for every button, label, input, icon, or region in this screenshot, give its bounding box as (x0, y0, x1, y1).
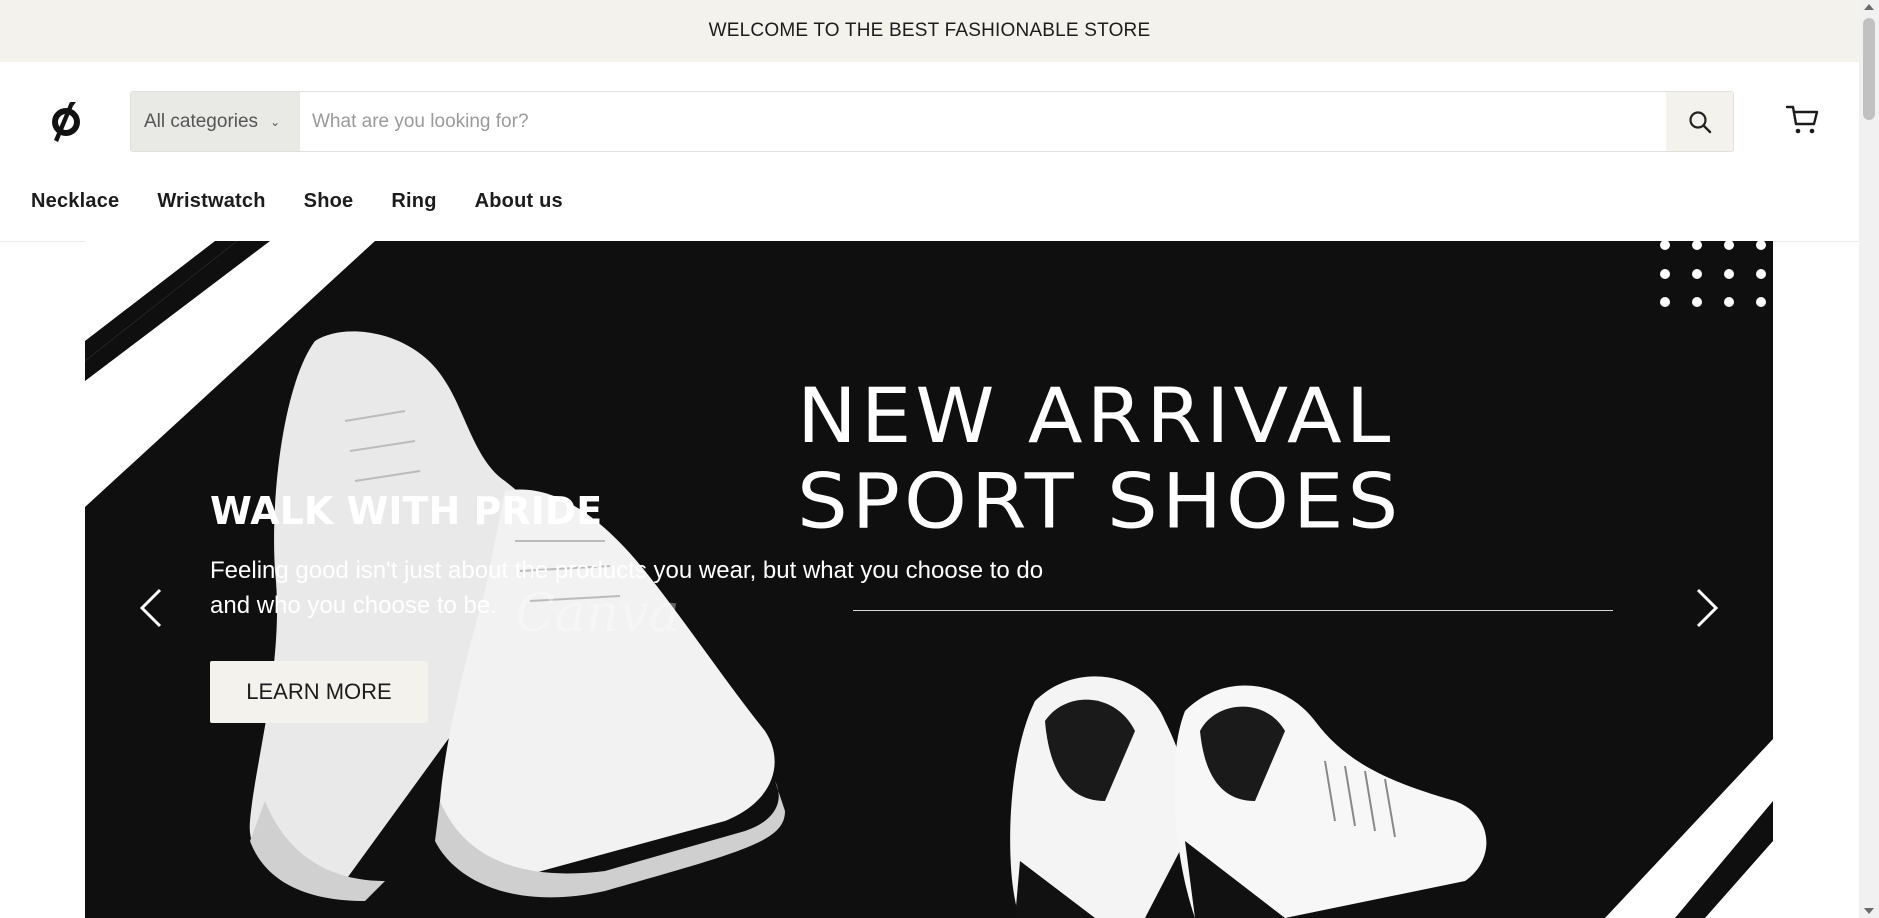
black-white-sneakers-image (1010, 676, 1487, 918)
page-scrollbar[interactable] (1859, 0, 1879, 918)
category-select[interactable]: All categories ⌄ (131, 92, 300, 151)
search-button[interactable] (1666, 92, 1733, 151)
hero-title-line2: SPORT SHOES (797, 457, 1403, 546)
hero-description-line1: Feeling good isn't just about the produc… (210, 557, 1044, 584)
learn-more-button[interactable]: LEARN MORE (210, 661, 428, 723)
slideshow-prev-button[interactable] (136, 586, 166, 630)
hero-slideshow: Canva NEW ARRIVAL SPORT SHOES WALK WITH … (85, 241, 1773, 918)
search-icon (1688, 110, 1711, 133)
hero-title-line1: NEW ARRIVAL (797, 371, 1395, 460)
search-bar: All categories ⌄ (130, 91, 1734, 152)
scrollbar-thumb[interactable] (1863, 18, 1875, 120)
hero-heading: WALK WITH PRIDE (210, 489, 603, 533)
hero-description: Feeling good isn't just about the produc… (210, 553, 1110, 623)
scroll-down-arrow-icon[interactable] (1864, 908, 1874, 914)
main-nav: Necklace Wristwatch Shoe Ring About us (31, 190, 563, 213)
hero-description-line2: and who you choose to be. (210, 592, 497, 619)
nav-item-ring[interactable]: Ring (391, 190, 436, 213)
site-header: All categories ⌄ Necklace Wristwatch Sho… (0, 62, 1859, 242)
cart-button[interactable] (1785, 102, 1821, 138)
chevron-down-icon: ⌄ (270, 114, 281, 129)
nav-item-about-us[interactable]: About us (475, 190, 563, 213)
nav-item-shoe[interactable]: Shoe (304, 190, 354, 213)
nav-item-wristwatch[interactable]: Wristwatch (157, 190, 265, 213)
store-logo-icon[interactable] (46, 98, 86, 148)
scroll-up-arrow-icon[interactable] (1864, 4, 1874, 10)
search-input[interactable] (300, 92, 1666, 151)
chevron-right-icon (1696, 588, 1719, 628)
slideshow-next-button[interactable] (1692, 586, 1722, 630)
cart-icon (1785, 105, 1819, 134)
announcement-text: WELCOME TO THE BEST FASHIONABLE STORE (708, 20, 1151, 41)
nav-item-necklace[interactable]: Necklace (31, 190, 119, 213)
hero-title: NEW ARRIVAL SPORT SHOES (797, 371, 1403, 546)
category-select-label: All categories (144, 110, 259, 132)
announcement-bar: WELCOME TO THE BEST FASHIONABLE STORE (0, 0, 1859, 62)
chevron-left-icon (139, 588, 162, 628)
